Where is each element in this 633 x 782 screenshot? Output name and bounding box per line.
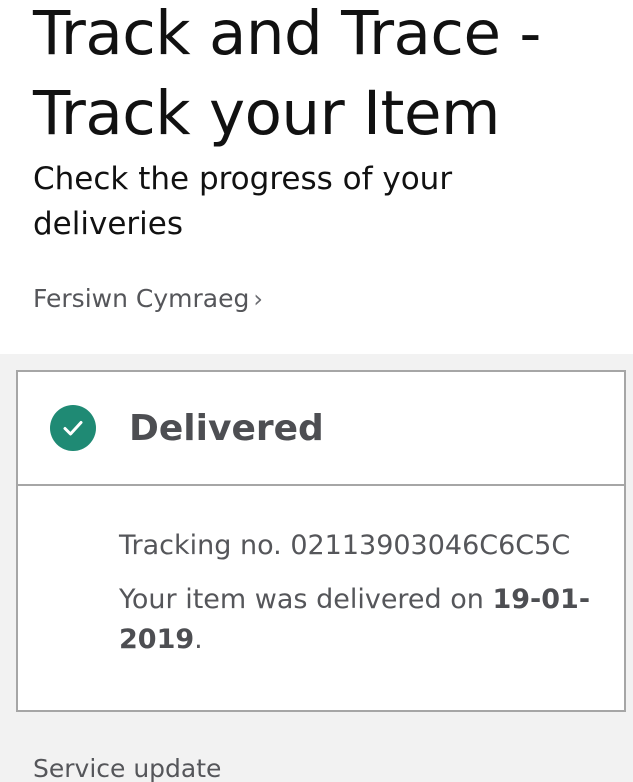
tracking-details: Tracking no. 02113903046C6C5C Your item … xyxy=(18,486,624,660)
page-subtitle: Check the progress of your deliveries xyxy=(33,161,453,242)
tracking-number-line: Tracking no. 02113903046C6C5C xyxy=(119,526,594,566)
tracking-result-card: Delivered Tracking no. 02113903046C6C5C … xyxy=(16,370,626,712)
results-section: Delivered Tracking no. 02113903046C6C5C … xyxy=(0,354,633,782)
status-header: Delivered xyxy=(18,372,624,486)
chevron-right-icon: › xyxy=(253,284,263,313)
delivery-message-prefix: Your item was delivered on xyxy=(119,584,493,615)
tracking-number: 02113903046C6C5C xyxy=(290,530,571,561)
page: Track and Trace - Track your Item Check … xyxy=(0,0,633,782)
delivery-message-suffix: . xyxy=(194,624,203,655)
check-circle-icon xyxy=(50,405,96,451)
check-mark-icon xyxy=(63,421,83,436)
page-header: Track and Trace - Track your Item Check … xyxy=(0,0,633,354)
page-title: Track and Trace - Track your Item xyxy=(33,0,541,149)
service-update-link[interactable]: Service update xyxy=(33,754,221,782)
welsh-language-link-label: Fersiwn Cymraeg xyxy=(33,284,250,313)
status-label: Delivered xyxy=(129,407,324,449)
delivery-message: Your item was delivered on 19-01-2019. xyxy=(119,580,594,660)
welsh-language-link[interactable]: Fersiwn Cymraeg › xyxy=(33,284,263,313)
tracking-number-label: Tracking no. xyxy=(119,530,291,561)
